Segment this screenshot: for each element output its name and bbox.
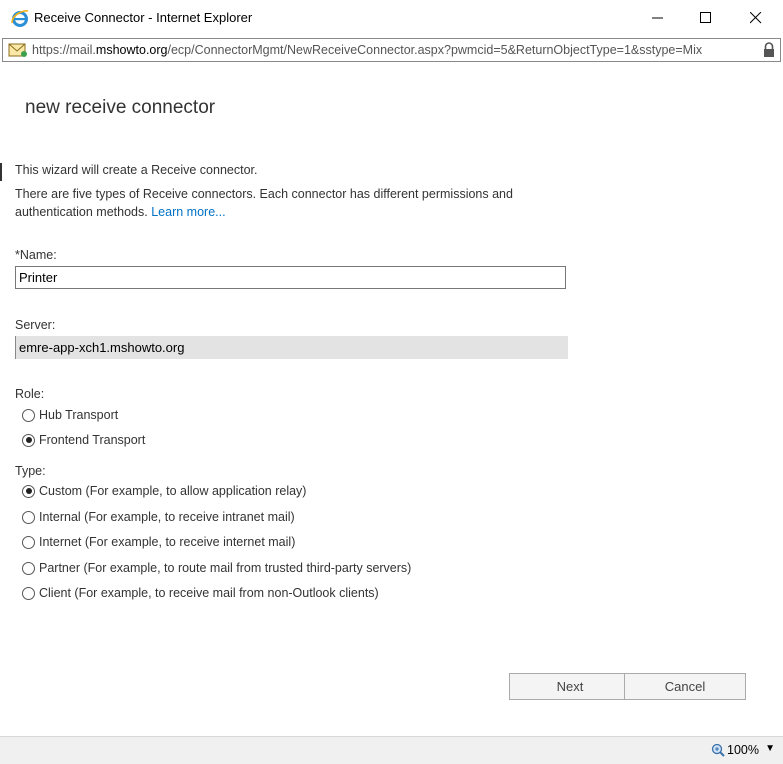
intro-description: There are five types of Receive connecto… [15, 187, 513, 219]
edge-mark [0, 163, 2, 181]
title-bar: Receive Connector - Internet Explorer [0, 0, 783, 36]
address-bar[interactable]: https://mail.mshowto.org/ecp/ConnectorMg… [2, 38, 781, 62]
server-field: emre-app-xch1.mshowto.org [15, 336, 568, 359]
radio-type-internet[interactable]: Internet (For example, to receive intern… [22, 535, 295, 549]
ie-logo-icon [11, 10, 29, 27]
radio-type-internal[interactable]: Internal (For example, to receive intran… [22, 510, 295, 524]
radio-role-hub-transport[interactable]: Hub Transport [22, 408, 118, 422]
minimize-button[interactable] [633, 0, 683, 36]
next-button[interactable]: Next [509, 673, 631, 700]
zoom-level: 100% [727, 743, 759, 757]
role-label: Role: [15, 387, 45, 401]
radio-button[interactable] [22, 586, 35, 600]
learn-more-link[interactable]: Learn more... [151, 205, 225, 219]
name-field[interactable] [15, 266, 566, 289]
radio-button[interactable] [22, 484, 35, 498]
status-bar: 100% ▼ [0, 736, 783, 764]
name-label: *Name: [15, 248, 57, 262]
radio-button[interactable] [22, 535, 35, 549]
close-button[interactable] [731, 0, 781, 36]
zoom-control[interactable]: 100% [711, 743, 759, 757]
dropdown-caret-icon[interactable]: ▼ [765, 743, 775, 754]
url-text[interactable]: https://mail.mshowto.org/ecp/ConnectorMg… [32, 43, 759, 57]
dialog-content: new receive connector This wizard will c… [0, 63, 783, 736]
close-icon [750, 12, 762, 24]
server-label: Server: [15, 318, 56, 332]
lock-icon[interactable] [762, 42, 776, 58]
page-title: new receive connector [25, 97, 216, 118]
page-mail-icon [8, 43, 27, 57]
maximize-icon [700, 12, 711, 23]
radio-type-custom[interactable]: Custom (For example, to allow applicatio… [22, 484, 306, 498]
radio-button[interactable] [22, 510, 35, 524]
radio-type-partner[interactable]: Partner (For example, to route mail from… [22, 561, 411, 575]
radio-role-frontend-transport[interactable]: Frontend Transport [22, 433, 145, 447]
intro-text: This wizard will create a Receive connec… [15, 163, 258, 177]
zoom-icon [711, 743, 725, 757]
type-label: Type: [15, 464, 46, 478]
cancel-button[interactable]: Cancel [624, 673, 746, 700]
maximize-button[interactable] [681, 0, 731, 36]
window-title: Receive Connector - Internet Explorer [34, 10, 253, 25]
radio-button[interactable] [22, 433, 35, 447]
radio-button[interactable] [22, 408, 35, 422]
minimize-icon [652, 17, 663, 19]
radio-type-client[interactable]: Client (For example, to receive mail fro… [22, 586, 379, 600]
radio-button[interactable] [22, 561, 35, 575]
